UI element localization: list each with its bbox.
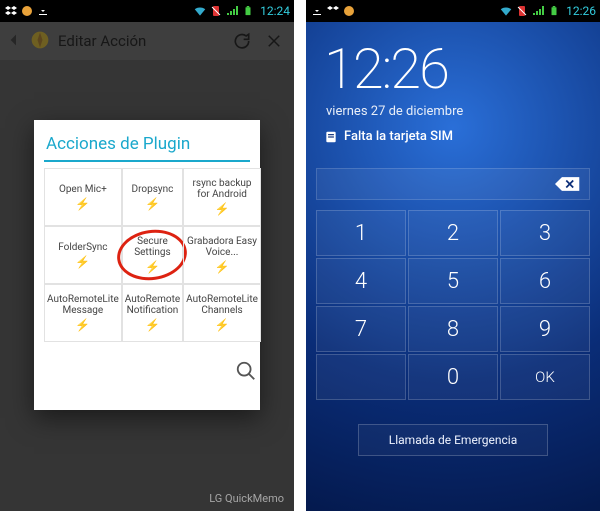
plugin-label: Open Mic+ — [59, 184, 107, 195]
bolt-icon: ⚡ — [215, 318, 230, 332]
bolt-icon: ⚡ — [75, 318, 90, 332]
key-2[interactable]: 2 — [408, 210, 498, 256]
key-8[interactable]: 8 — [408, 306, 498, 352]
plugin-item-autoremote-chan[interactable]: AutoRemoteLite Channels ⚡ — [183, 284, 261, 342]
plugin-label: Secure Settings — [125, 236, 180, 258]
key-ok[interactable]: OK — [500, 354, 590, 400]
sim-icon — [324, 130, 338, 144]
key-blank — [316, 354, 406, 400]
signal-icon — [531, 4, 545, 18]
search-icon — [235, 360, 257, 382]
key-7[interactable]: 7 — [316, 306, 406, 352]
bolt-icon: ⚡ — [215, 202, 230, 216]
wifi-icon — [499, 4, 513, 18]
bolt-icon: ⚡ — [145, 197, 160, 211]
battery-icon — [547, 4, 561, 18]
download-icon — [310, 4, 324, 18]
signal-icon — [225, 4, 239, 18]
key-5[interactable]: 5 — [408, 258, 498, 304]
plugin-label: AutoRemoteLite Message — [47, 294, 119, 316]
key-0[interactable]: 0 — [408, 354, 498, 400]
key-6[interactable]: 6 — [500, 258, 590, 304]
plugin-grid: Open Mic+⚡ Dropsync⚡ rsync backup for An… — [44, 168, 250, 400]
dropbox-icon — [4, 4, 18, 18]
lg-watermark: LG QuickMemo — [209, 492, 284, 505]
battery-icon — [241, 4, 255, 18]
right-phone: 12:26 12:26 viernes 27 de diciembre Falt… — [306, 0, 600, 511]
empty-cell — [44, 342, 122, 400]
plugin-item-rsync[interactable]: rsync backup for Android ⚡ — [183, 168, 261, 226]
no-sim-icon — [209, 4, 223, 18]
no-sim-icon — [515, 4, 529, 18]
lock-clock: 12:26 — [324, 36, 600, 102]
plugin-item-foldersync[interactable]: FolderSync ⚡ — [44, 226, 122, 284]
sync-icon — [20, 4, 34, 18]
key-4[interactable]: 4 — [316, 258, 406, 304]
pin-display — [316, 168, 590, 200]
key-1[interactable]: 1 — [316, 210, 406, 256]
popup-divider — [44, 160, 250, 162]
bolt-icon: ⚡ — [75, 255, 90, 269]
plugin-label: rsync backup for Android — [186, 178, 258, 200]
download-icon — [36, 4, 50, 18]
plugin-item-open-mic[interactable]: Open Mic+ ⚡ — [44, 168, 122, 226]
plugin-item-autoremote-msg[interactable]: AutoRemoteLite Message ⚡ — [44, 284, 122, 342]
plugin-label: FolderSync — [58, 242, 107, 253]
lock-date: viernes 27 de diciembre — [326, 104, 600, 119]
backspace-button[interactable] — [555, 175, 581, 193]
key-9[interactable]: 9 — [500, 306, 590, 352]
dropbox-icon — [326, 4, 340, 18]
search-button[interactable] — [183, 342, 261, 400]
left-phone: 12:24 Editar Acción Acciones de Plugin O… — [0, 0, 294, 511]
pin-keypad: 1 2 3 4 5 6 7 8 9 0 OK — [316, 210, 590, 400]
key-3[interactable]: 3 — [500, 210, 590, 256]
status-bar: 12:24 — [0, 0, 294, 22]
sim-status: Falta la tarjeta SIM — [324, 129, 600, 144]
plugin-item-autoremote-notif[interactable]: AutoRemote Notification ⚡ — [122, 284, 183, 342]
status-time: 12:24 — [260, 4, 290, 18]
status-bar: 12:26 — [306, 0, 600, 22]
emergency-call-button[interactable]: Llamada de Emergencia — [358, 424, 548, 456]
sync-icon — [342, 4, 356, 18]
plugin-label: AutoRemoteLite Channels — [186, 294, 258, 316]
bolt-icon: ⚡ — [145, 318, 160, 332]
plugin-label: AutoRemote Notification — [125, 294, 180, 316]
plugin-item-secure-settings[interactable]: Secure Settings ⚡ — [122, 226, 183, 284]
bolt-icon: ⚡ — [75, 197, 90, 211]
plugin-item-easy-voice[interactable]: Grabadora Easy Voice... ⚡ — [183, 226, 261, 284]
bolt-icon: ⚡ — [145, 260, 160, 274]
plugin-label: Grabadora Easy Voice... — [186, 236, 258, 258]
sim-message: Falta la tarjeta SIM — [344, 129, 453, 144]
bolt-icon: ⚡ — [215, 260, 230, 274]
wifi-icon — [193, 4, 207, 18]
status-time: 12:26 — [566, 4, 596, 18]
empty-cell — [122, 342, 183, 400]
plugin-item-dropsync[interactable]: Dropsync ⚡ — [122, 168, 183, 226]
plugin-actions-popup: Acciones de Plugin Open Mic+⚡ Dropsync⚡ … — [34, 120, 260, 410]
popup-title: Acciones de Plugin — [44, 134, 250, 154]
plugin-label: Dropsync — [132, 184, 174, 195]
